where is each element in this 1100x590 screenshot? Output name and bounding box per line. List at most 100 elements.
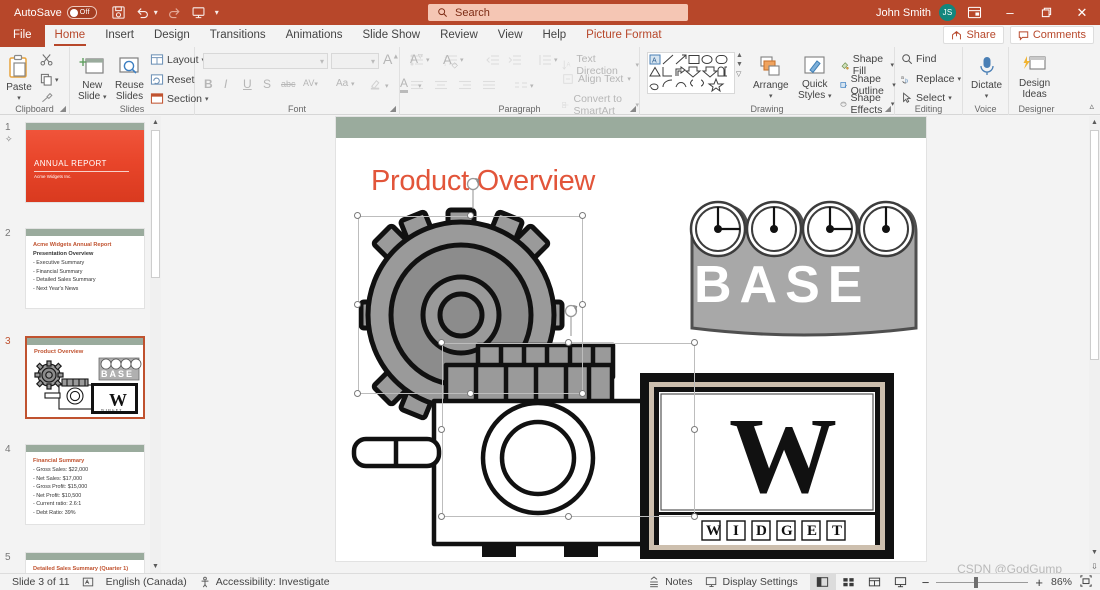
handle-machine-e[interactable] <box>691 426 698 433</box>
copy-button[interactable]: ▾ <box>40 73 59 86</box>
font-family-input[interactable]: ▾ <box>203 53 328 69</box>
tab-file[interactable]: File <box>0 25 45 47</box>
arrange-caret[interactable]: ▾ <box>769 92 773 100</box>
handle-machine-s[interactable] <box>565 513 572 520</box>
slide-sorter-view-button[interactable] <box>836 574 862 590</box>
tab-design[interactable]: Design <box>144 25 200 47</box>
slide-thumbnail-pane[interactable]: 1 ✧ ANNUAL REPORT Acme Widgets Inc. 2 Ac… <box>0 116 163 573</box>
align-left-button[interactable] <box>410 80 424 94</box>
new-slide-button[interactable]: New Slide ▾ <box>78 52 107 103</box>
handle-machine-ne[interactable] <box>691 339 698 346</box>
tab-review[interactable]: Review <box>430 25 488 47</box>
text-highlight-color-button[interactable] <box>369 77 382 93</box>
tab-insert[interactable]: Insert <box>95 25 144 47</box>
tab-home[interactable]: Home <box>45 25 96 47</box>
handle-gear-n[interactable] <box>467 212 474 219</box>
restore-button[interactable] <box>1028 0 1064 25</box>
columns-button[interactable]: ▾ <box>514 80 534 91</box>
paste-caret[interactable]: ▾ <box>17 94 21 102</box>
design-ideas-button[interactable]: Design Ideas <box>1019 52 1050 100</box>
save-icon[interactable] <box>111 5 126 20</box>
paste-button[interactable]: Paste ▾ <box>6 51 32 102</box>
thumbnail-scroll-thumb[interactable] <box>151 130 160 278</box>
handle-gear-s[interactable] <box>467 390 474 397</box>
bullets-button[interactable]: ▾ <box>410 54 430 66</box>
thumbnail-card-2[interactable]: Acme Widgets Annual Report Presentation … <box>25 228 145 309</box>
dictate-caret[interactable]: ▾ <box>985 92 989 100</box>
quick-styles-button[interactable]: Quick Styles ▾ <box>798 52 832 102</box>
accessibility-button[interactable]: Accessibility: Investigate <box>199 576 330 588</box>
quick-styles-caret[interactable]: ▾ <box>828 93 832 100</box>
bold-button[interactable]: B <box>204 77 213 91</box>
tab-transitions[interactable]: Transitions <box>200 25 276 47</box>
character-spacing-button[interactable]: AV▾ <box>303 78 318 88</box>
next-slide-button[interactable]: ⇩ <box>1089 560 1100 573</box>
slide-indicator[interactable]: Slide 3 of 11 <box>12 576 70 588</box>
user-name[interactable]: John Smith <box>876 7 931 19</box>
shapes-gallery-scroll[interactable]: ▲ ▼ ▽ <box>736 52 743 78</box>
text-shadow-button[interactable]: S <box>263 77 271 91</box>
spelling-check-icon[interactable] <box>82 576 94 588</box>
zoom-in-button[interactable]: + <box>1035 575 1043 590</box>
copy-caret[interactable]: ▾ <box>55 76 59 84</box>
align-right-button[interactable] <box>458 80 472 94</box>
find-button[interactable]: Find <box>901 53 936 65</box>
arrange-button[interactable]: Arrange ▾ <box>753 52 789 100</box>
customize-qat-icon[interactable]: ▾ <box>215 8 219 17</box>
shapes-gallery[interactable]: A <box>647 52 735 94</box>
reset-button[interactable]: Reset <box>150 73 194 86</box>
display-settings-button[interactable]: Display Settings <box>705 576 798 588</box>
align-text-button[interactable]: Align Text ▾ <box>562 73 631 85</box>
search-bar[interactable]: Search <box>428 4 688 21</box>
decrease-indent-button[interactable] <box>486 54 500 69</box>
undo-icon[interactable] <box>135 5 150 20</box>
rotate-handle-gear[interactable] <box>464 175 482 209</box>
shape-fill-caret[interactable]: ▾ <box>890 61 894 69</box>
cut-button[interactable] <box>40 53 53 69</box>
font-dialog-launcher[interactable]: ◢ <box>390 104 396 113</box>
font-size-input[interactable]: ▾ <box>331 53 379 69</box>
handle-machine-sw[interactable] <box>438 513 445 520</box>
fit-slide-button[interactable] <box>1080 574 1092 590</box>
change-case-button[interactable]: Aa ▾ <box>336 78 355 89</box>
thumbnail-scroll-down-arrow[interactable]: ▼ <box>150 560 161 573</box>
select-button[interactable]: Select ▾ <box>901 92 952 104</box>
thumbnail-card-3[interactable]: Product Overview BASE W WIDGET <box>25 336 145 419</box>
notes-button[interactable]: Notes <box>648 576 693 588</box>
tab-animations[interactable]: Animations <box>276 25 353 47</box>
slide-scroll-down-arrow[interactable]: ▼ <box>1089 546 1100 559</box>
reading-view-button[interactable] <box>862 574 888 590</box>
increase-indent-button[interactable] <box>508 54 522 69</box>
tab-slide-show[interactable]: Slide Show <box>353 25 431 47</box>
tab-help[interactable]: Help <box>533 25 577 47</box>
language-indicator[interactable]: English (Canada) <box>106 576 187 588</box>
slide-scroll-thumb[interactable] <box>1090 130 1099 360</box>
redo-icon[interactable] <box>167 5 182 20</box>
handle-gear-w[interactable] <box>354 301 361 308</box>
undo-dropdown-caret[interactable]: ▾ <box>154 8 158 17</box>
handle-machine-se[interactable] <box>691 513 698 520</box>
thumbnail-card-1[interactable]: ANNUAL REPORT Acme Widgets Inc. <box>25 122 145 203</box>
close-button[interactable]: ✕ <box>1064 0 1100 25</box>
handle-machine-nw[interactable] <box>438 339 445 346</box>
thumbnail-card-5[interactable]: Detailed Sales Summary (Quarter 1) <box>25 552 145 573</box>
thumbnail-scroll-up-arrow[interactable]: ▲ <box>150 116 161 129</box>
underline-button[interactable]: U <box>243 77 252 91</box>
dictate-button[interactable]: Dictate ▾ <box>971 52 1002 100</box>
handle-gear-nw[interactable] <box>354 212 361 219</box>
handle-machine-w[interactable] <box>438 426 445 433</box>
italic-button[interactable]: I <box>224 77 227 91</box>
highlight-caret[interactable]: ▾ <box>385 82 389 90</box>
autosave-toggle[interactable]: AutoSave Off <box>14 6 97 19</box>
select-caret[interactable]: ▾ <box>948 94 952 102</box>
handle-gear-sw[interactable] <box>354 390 361 397</box>
clipboard-dialog-launcher[interactable]: ◢ <box>60 104 66 113</box>
numbering-button[interactable]: 123 ▾ <box>444 54 464 66</box>
rotate-handle-machine[interactable] <box>562 302 580 336</box>
zoom-slider-knob[interactable] <box>974 576 979 588</box>
autosave-switch[interactable]: Off <box>66 6 97 19</box>
zoom-level[interactable]: 86% <box>1051 576 1072 588</box>
thumbnail-scrollbar[interactable]: ▲ ▼ <box>150 116 161 573</box>
tab-view[interactable]: View <box>488 25 533 47</box>
slide-scroll-up-arrow[interactable]: ▲ <box>1089 116 1100 129</box>
